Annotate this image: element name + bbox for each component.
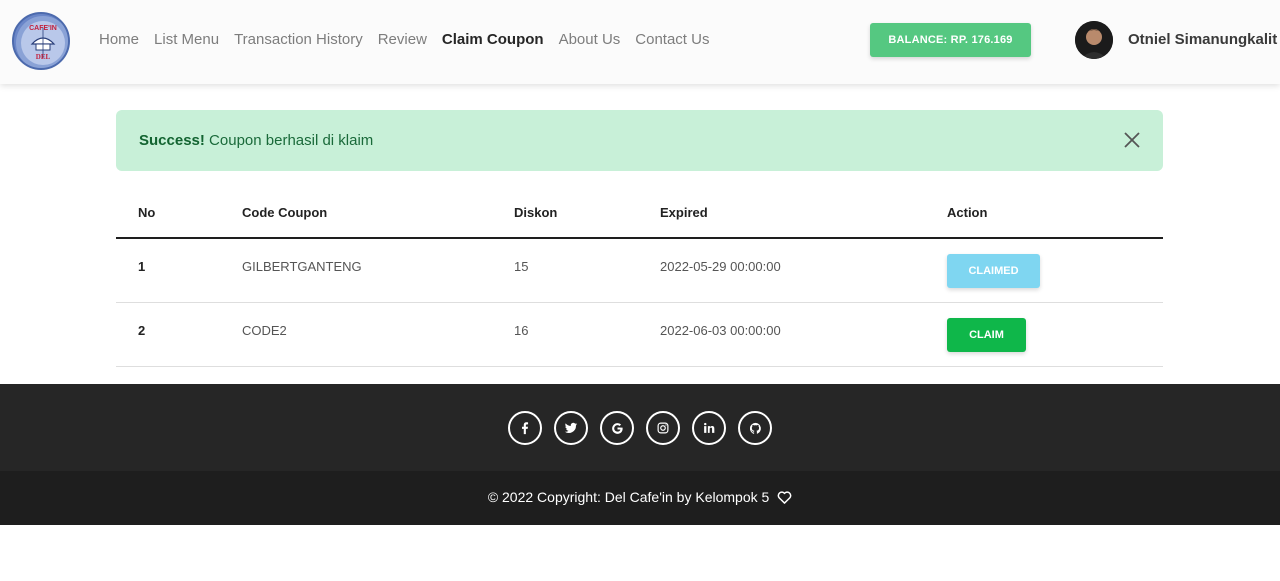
cafein-logo[interactable]: CAFE'IN DEL [12, 12, 70, 70]
row-code: CODE2 [242, 323, 287, 338]
navbar: CAFE'IN DEL Home List Menu Transaction H… [0, 0, 1280, 84]
header-code-coupon: Code Coupon [242, 205, 328, 220]
alert-message: Coupon berhasil di klaim [209, 132, 374, 149]
linkedin-icon[interactable] [692, 411, 726, 445]
nav-links: Home List Menu Transaction History Revie… [99, 31, 724, 48]
twitter-icon[interactable] [554, 411, 588, 445]
alert-strong: Success! [139, 132, 205, 149]
row-no: 1 [138, 259, 146, 274]
row-expired: 2022-06-03 00:00:00 [660, 323, 781, 338]
svg-text:DEL: DEL [36, 53, 51, 61]
close-icon[interactable] [1123, 131, 1141, 149]
nav-claim-coupon[interactable]: Claim Coupon [442, 31, 544, 48]
claim-button[interactable]: CLAIM [947, 318, 1026, 352]
table-row: 2 CODE2 16 2022-06-03 00:00:00 CLAIM [116, 303, 1163, 367]
svg-text:CAFE'IN: CAFE'IN [29, 25, 57, 32]
row-diskon: 15 [514, 259, 529, 274]
row-expired: 2022-05-29 00:00:00 [660, 259, 781, 274]
footer-copyright-bar: © 2022 Copyright: Del Cafe'in by Kelompo… [0, 471, 1280, 525]
social-links [508, 411, 784, 445]
nav-review[interactable]: Review [378, 31, 427, 48]
footer-social-bar [0, 384, 1280, 471]
balance-button[interactable]: BALANCE: RP. 176.169 [870, 23, 1031, 57]
alert-text: Success! Coupon berhasil di klaim [139, 132, 373, 149]
coupon-table: No Code Coupon Diskon Expired Action 1 G… [116, 190, 1163, 367]
success-alert: Success! Coupon berhasil di klaim [116, 110, 1163, 171]
row-code: GILBERTGANTENG [242, 259, 362, 274]
row-no: 2 [138, 323, 146, 338]
header-no: No [138, 205, 156, 220]
table-header: No Code Coupon Diskon Expired Action [116, 190, 1163, 239]
nav-transaction-history[interactable]: Transaction History [234, 31, 363, 48]
nav-list-menu[interactable]: List Menu [154, 31, 219, 48]
header-action: Action [947, 205, 988, 220]
row-diskon: 16 [514, 323, 529, 338]
heart-icon [777, 491, 792, 507]
facebook-icon[interactable] [508, 411, 542, 445]
user-avatar[interactable] [1075, 21, 1113, 59]
google-icon[interactable] [600, 411, 634, 445]
github-icon[interactable] [738, 411, 772, 445]
nav-about-us[interactable]: About Us [559, 31, 621, 48]
instagram-icon[interactable] [646, 411, 680, 445]
copyright-text: © 2022 Copyright: Del Cafe'in by Kelompo… [0, 489, 1280, 507]
table-row: 1 GILBERTGANTENG 15 2022-05-29 00:00:00 … [116, 239, 1163, 303]
user-name[interactable]: Otniel Simanungkalit [1128, 31, 1277, 48]
claimed-button[interactable]: CLAIMED [947, 254, 1040, 288]
header-diskon: Diskon [514, 205, 558, 220]
nav-home[interactable]: Home [99, 31, 139, 48]
nav-contact-us[interactable]: Contact Us [635, 31, 709, 48]
copyright-label: © 2022 Copyright: Del Cafe'in by Kelompo… [487, 489, 770, 505]
header-expired: Expired [660, 205, 708, 220]
